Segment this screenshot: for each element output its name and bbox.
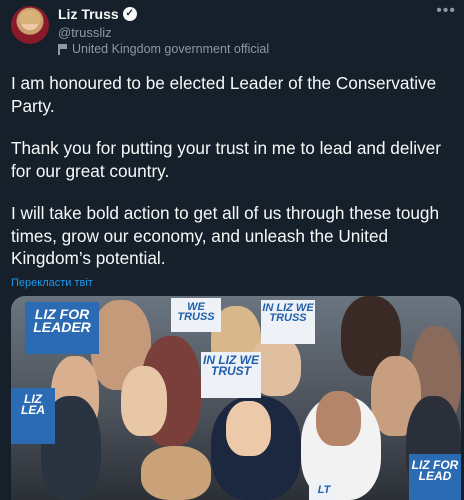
campaign-sign: IN LIZ WE TRUSS [261,300,315,344]
government-label-text: United Kingdom government official [72,42,270,56]
tweet-paragraph: I will take bold action to get all of us… [11,203,440,268]
campaign-sign: LT [309,482,339,500]
crowd-figure [141,446,211,500]
handle[interactable]: @trussliz [58,25,112,40]
tweet-text: I am honoured to be elected Leader of th… [11,72,451,290]
campaign-sign: WE TRUSS [171,298,221,332]
name-row: Liz Truss ✓ [58,6,137,22]
crowd-figure [226,401,271,456]
tweet-header: Liz Truss ✓ @trussliz United Kingdom gov… [0,0,464,70]
campaign-sign: LIZ FOR LEAD [409,454,461,500]
more-icon[interactable]: ••• [436,2,456,20]
verified-badge-icon: ✓ [122,7,137,21]
translate-tweet-link[interactable]: Перекласти твіт [11,277,93,289]
tweet-photo[interactable]: LIZ FOR LEADER WE TRUSS IN LIZ WE TRUSS … [11,296,461,500]
tweet-paragraph: Thank you for putting your trust in me t… [11,138,441,181]
campaign-sign: LIZ LEA [11,388,55,444]
campaign-sign: LIZ FOR LEADER [25,302,99,354]
campaign-sign: IN LIZ WE TRUST [201,352,261,398]
avatar[interactable] [11,6,49,44]
crowd-figure [121,366,167,436]
government-label: United Kingdom government official [58,42,269,56]
tweet-paragraph: I am honoured to be elected Leader of th… [11,73,437,116]
display-name[interactable]: Liz Truss [58,6,119,22]
flag-icon [58,43,67,55]
crowd-figure [316,391,361,446]
